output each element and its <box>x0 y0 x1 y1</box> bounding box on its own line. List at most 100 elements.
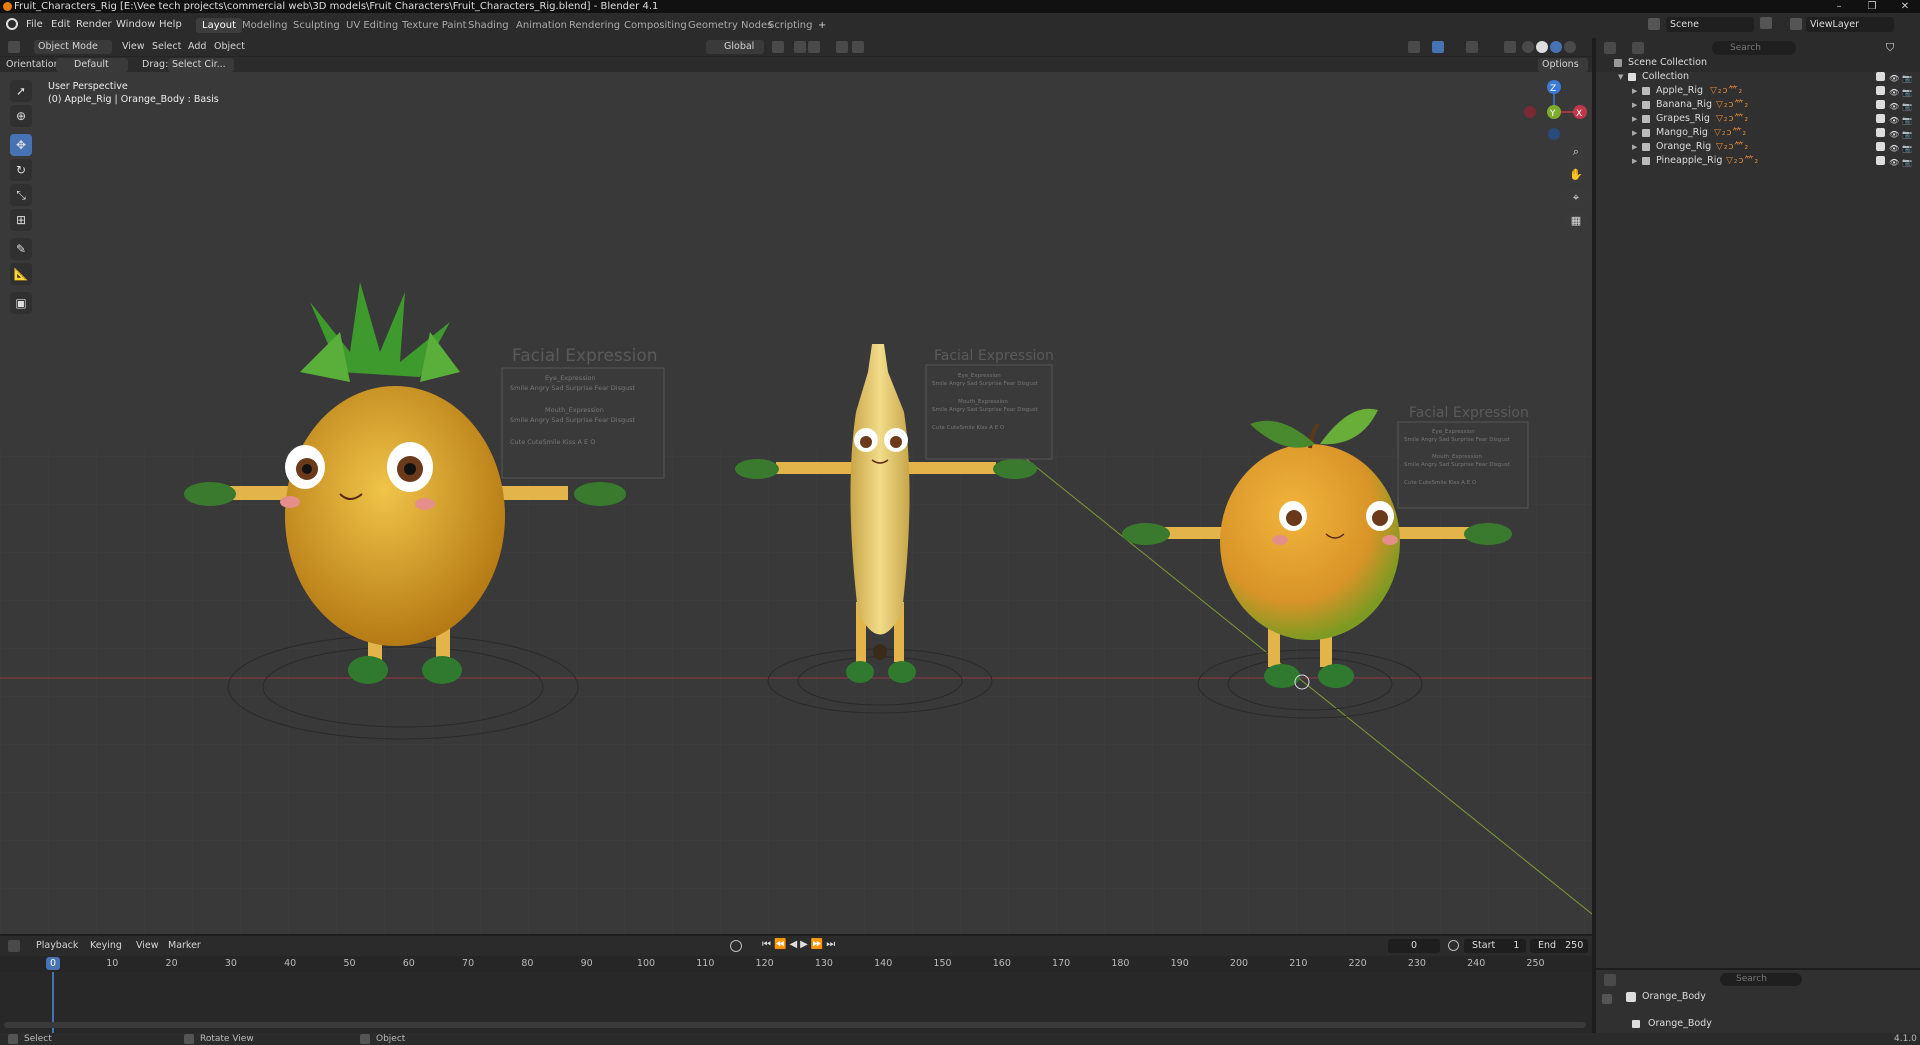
tab-scripting[interactable]: Scripting <box>762 18 818 33</box>
zoom-view-icon[interactable]: ⌕ <box>1566 142 1586 162</box>
properties-editor-type-icon[interactable] <box>1604 974 1616 986</box>
tool-tab-icon[interactable] <box>1602 994 1612 1004</box>
viewlayer-selector[interactable]: ViewLayer <box>1806 17 1894 32</box>
outliner-editor-type-icon[interactable] <box>1604 42 1616 54</box>
blender-menu-icon[interactable] <box>6 18 18 30</box>
properties-data-name[interactable]: Orange_Body <box>1648 1018 1712 1029</box>
item-visibility[interactable]: 👁 📷 <box>1876 142 1916 153</box>
minimize-button[interactable]: – <box>1824 0 1854 13</box>
rotate-tool-icon[interactable]: ↻ <box>10 159 32 181</box>
gizmo-neg-x-axis[interactable] <box>1524 106 1536 118</box>
options-button[interactable]: Options <box>1538 58 1588 72</box>
menu-object[interactable]: Object <box>210 40 249 54</box>
shading-wireframe-icon[interactable] <box>1522 41 1534 53</box>
frame-end-field[interactable]: End 250 <box>1530 939 1588 953</box>
pivot-point-icon[interactable] <box>772 41 784 53</box>
timeline-editor-type-icon[interactable] <box>8 940 20 952</box>
expand-icon[interactable]: ▶ <box>1632 84 1637 98</box>
scene-collection-row[interactable]: Scene Collection <box>1596 56 1920 70</box>
drag-selector[interactable]: Select Cir... <box>168 58 234 72</box>
add-workspace-button[interactable]: + <box>812 18 832 33</box>
tab-modeling[interactable]: Modeling <box>236 18 294 33</box>
item-visibility[interactable]: 👁 📷 <box>1876 86 1916 97</box>
scene-icon[interactable] <box>1648 18 1660 30</box>
menu-render[interactable]: Render <box>76 19 112 30</box>
menu-help[interactable]: Help <box>159 19 182 30</box>
menu-marker[interactable]: Marker <box>164 939 205 953</box>
expand-icon[interactable]: ▶ <box>1632 126 1637 140</box>
outliner-item[interactable]: ▶ Banana_Rig ▽₂ↄ⺮₂ 👁 📷 <box>1596 98 1920 112</box>
add-cube-tool-icon[interactable]: ▣ <box>10 292 32 314</box>
menu-edit[interactable]: Edit <box>51 19 70 30</box>
expand-icon[interactable]: ▶ <box>1632 140 1637 154</box>
viewlayer-icon[interactable] <box>1790 18 1802 30</box>
menu-select[interactable]: Select <box>148 40 185 54</box>
overlay-toggle-icon[interactable] <box>1466 41 1478 53</box>
outliner-item[interactable]: ▶ Orange_Rig ▽₂ↄ⺮₂ 👁 📷 <box>1596 140 1920 154</box>
display-mode-icon[interactable] <box>1632 42 1644 54</box>
xray-toggle-icon[interactable] <box>1504 41 1516 53</box>
outliner-item[interactable]: ▶ Pineapple_Rig ▽₂ↄ⺮₂ 👁 📷 <box>1596 154 1920 168</box>
mode-selector[interactable]: Object Mode <box>34 40 112 54</box>
menu-window[interactable]: Window <box>116 19 155 30</box>
collection-visibility[interactable]: 👁 📷 <box>1876 72 1916 83</box>
timeline-body[interactable] <box>0 972 1592 1033</box>
shading-rendered-icon[interactable] <box>1564 41 1576 53</box>
editor-type-icon[interactable] <box>8 41 20 53</box>
shading-material-icon[interactable] <box>1550 41 1562 53</box>
camera-view-icon[interactable]: ⌖ <box>1566 188 1586 208</box>
scene-selector[interactable]: Scene <box>1666 17 1754 32</box>
cursor-tool-icon[interactable]: ⊕ <box>10 105 32 127</box>
autokey-record-icon[interactable] <box>730 940 742 952</box>
maximize-button[interactable]: ❐ <box>1857 0 1887 13</box>
properties-search-input[interactable]: Search <box>1720 973 1802 986</box>
measure-tool-icon[interactable]: 📐 <box>10 263 32 285</box>
frame-start-field[interactable]: Start 1 <box>1464 939 1526 953</box>
scale-tool-icon[interactable]: ⤡ <box>10 184 32 206</box>
menu-file[interactable]: File <box>26 19 43 30</box>
item-visibility[interactable]: 👁 📷 <box>1876 156 1916 167</box>
outliner-item[interactable]: ▶ Mango_Rig ▽₂ↄ⺮₂ 👁 📷 <box>1596 126 1920 140</box>
falloff-icon[interactable] <box>852 41 864 53</box>
item-visibility[interactable]: 👁 📷 <box>1876 100 1916 111</box>
snap-target-icon[interactable] <box>808 41 820 53</box>
filter-icon[interactable]: ⛉ <box>1886 41 1894 55</box>
transform-tool-icon[interactable]: ⊞ <box>10 209 32 231</box>
item-visibility[interactable]: 👁 📷 <box>1876 128 1916 139</box>
transform-orientation-selector[interactable]: Global <box>706 40 764 54</box>
shading-solid-icon[interactable] <box>1536 41 1548 53</box>
3d-viewport[interactable]: Facial Expression Eye_Expression Smile A… <box>0 72 1592 934</box>
expand-icon[interactable]: ▶ <box>1632 98 1637 112</box>
pan-view-icon[interactable]: ✋ <box>1566 165 1586 185</box>
close-button[interactable]: ✕ <box>1890 0 1920 13</box>
ortho-toggle-icon[interactable]: ▦ <box>1566 211 1586 231</box>
timeline-ruler[interactable]: 0 10 20 30 40 50 60 70 80 90 100 110 120 130 140 150 160… <box>0 956 1592 972</box>
collection-row[interactable]: ▼ Collection 👁 📷 <box>1596 70 1920 84</box>
current-frame-field[interactable]: 0 <box>1388 939 1440 953</box>
expand-icon[interactable]: ▶ <box>1632 112 1637 126</box>
orientation-selector[interactable]: Default <box>56 58 128 72</box>
expand-icon[interactable]: ▶ <box>1632 154 1637 168</box>
select-box-tool-icon[interactable]: ➚ <box>10 80 32 102</box>
outliner-search-input[interactable]: Search <box>1712 41 1796 55</box>
timeline-scrollbar[interactable] <box>4 1022 1586 1028</box>
annotate-tool-icon[interactable]: ✎ <box>10 238 32 260</box>
gizmo-toggle-icon[interactable] <box>1432 41 1444 53</box>
new-scene-icon[interactable] <box>1760 17 1772 29</box>
tab-shading[interactable]: Shading <box>462 18 515 33</box>
proportional-edit-icon[interactable] <box>836 41 848 53</box>
tab-sculpting[interactable]: Sculpting <box>287 18 346 33</box>
menu-view[interactable]: View <box>118 40 149 54</box>
collection-expand-icon[interactable]: ▼ <box>1618 70 1623 84</box>
menu-keying[interactable]: Keying <box>86 939 126 953</box>
item-visibility[interactable]: 👁 📷 <box>1876 114 1916 125</box>
menu-playback[interactable]: Playback <box>32 939 82 953</box>
menu-add[interactable]: Add <box>184 40 210 54</box>
menu-timeline-view[interactable]: View <box>132 939 163 953</box>
move-tool-icon[interactable]: ✥ <box>10 134 32 156</box>
snap-icon[interactable] <box>794 41 806 53</box>
tab-rendering[interactable]: Rendering <box>563 18 626 33</box>
outliner-item[interactable]: ▶ Apple_Rig ▽₂ↄ⺮₂ 👁 📷 <box>1596 84 1920 98</box>
tab-uv-editing[interactable]: UV Editing <box>340 18 404 33</box>
gizmo-neg-z-axis[interactable] <box>1548 128 1560 140</box>
